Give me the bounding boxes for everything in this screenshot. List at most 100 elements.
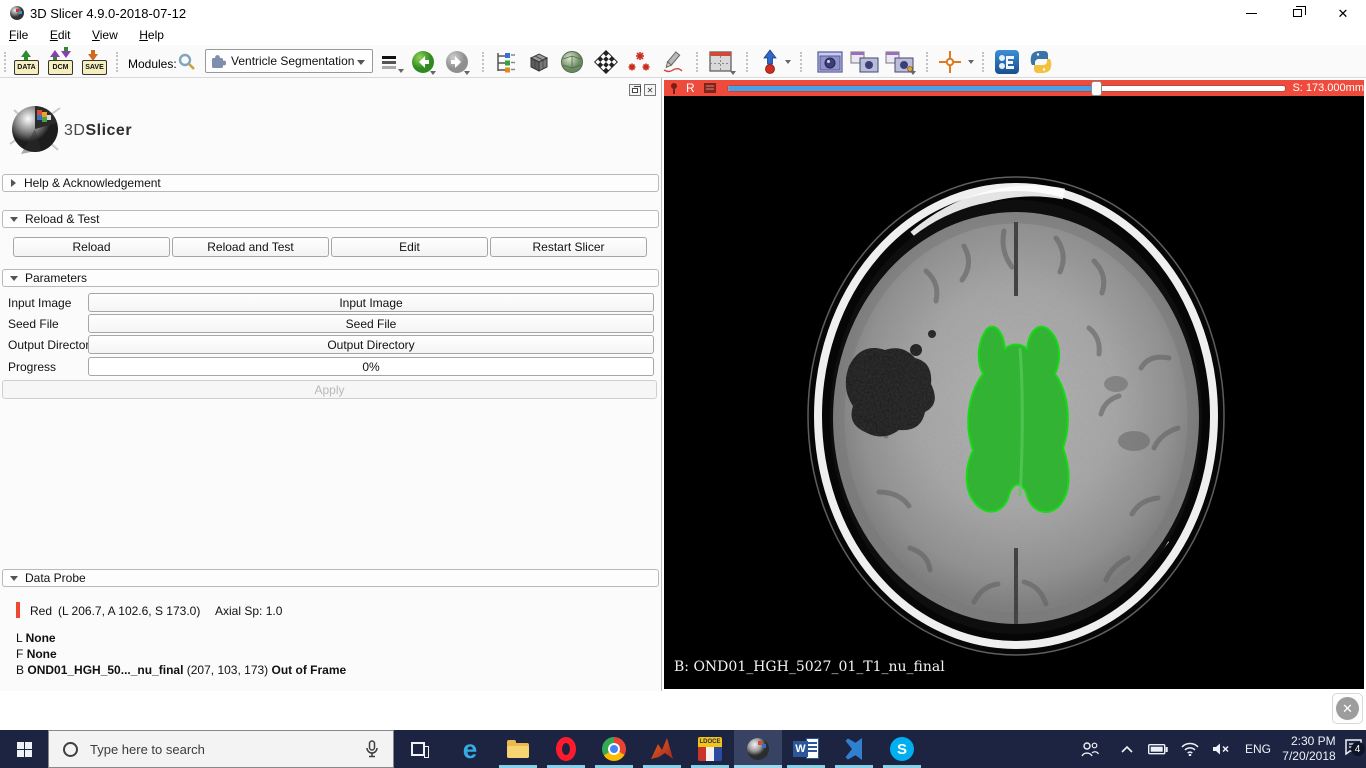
people-icon — [1081, 741, 1099, 757]
python-console-icon[interactable] — [1028, 49, 1054, 75]
taskbar-app-word[interactable]: W — [782, 730, 830, 768]
module-search-icon[interactable] — [178, 53, 196, 71]
scene-view-capture-icon[interactable] — [850, 50, 880, 74]
slicer-brand-text: 3DSlicer — [64, 122, 132, 140]
markups-fiducial-icon[interactable] — [627, 50, 653, 74]
taskbar-app-edge[interactable]: e — [446, 730, 494, 768]
expanded-arrow-icon — [10, 276, 18, 281]
menu-view[interactable]: View — [92, 26, 118, 42]
parameters-header[interactable]: Parameters — [2, 269, 659, 287]
input-image-button[interactable]: Input Image — [88, 293, 654, 312]
volume-cube-icon[interactable] — [527, 50, 551, 74]
slice-slider-handle[interactable] — [1091, 81, 1102, 96]
menu-edit[interactable]: Edit — [50, 26, 71, 42]
module-history-button[interactable] — [382, 49, 396, 75]
pin-icon[interactable] — [668, 82, 680, 94]
slice-offset-slider[interactable] — [727, 85, 1287, 92]
reload-button[interactable]: Reload — [13, 237, 170, 257]
tray-overflow-button[interactable] — [1112, 730, 1142, 768]
model-sphere-icon[interactable] — [560, 50, 584, 74]
expanded-arrow-icon — [10, 576, 18, 581]
crosshair-icon[interactable] — [938, 50, 962, 74]
probe-layer-L: L None — [16, 631, 56, 645]
taskbar-app-file-explorer[interactable] — [494, 730, 542, 768]
restart-slicer-button[interactable]: Restart Slicer — [490, 237, 647, 257]
taskbar-search[interactable]: Type here to search — [48, 730, 394, 768]
window-titlebar: 3D Slicer 4.9.0-2018-07-12 ✕ — [0, 0, 1366, 26]
file-explorer-icon — [507, 743, 529, 758]
action-center-button[interactable]: 4 — [1340, 730, 1366, 768]
language-indicator[interactable]: ENG — [1238, 730, 1278, 768]
dismiss-chip-button[interactable]: ✕ — [1332, 693, 1363, 724]
toolbar-grip — [482, 52, 486, 72]
red-slice-controller-bar: R S: 173.000mm — [664, 80, 1364, 96]
transforms-icon[interactable] — [594, 50, 618, 74]
output-directory-button[interactable]: Output Directory — [88, 335, 654, 354]
menu-file[interactable]: File — [9, 26, 28, 42]
restore-button[interactable] — [1274, 0, 1320, 26]
volume-button[interactable] — [1206, 730, 1236, 768]
menu-help[interactable]: Help — [139, 26, 164, 42]
save-button[interactable]: SAVE — [82, 49, 108, 75]
screenshot-camera-icon[interactable] — [816, 50, 844, 74]
chrome-icon — [602, 737, 626, 761]
reload-and-test-button[interactable]: Reload and Test — [172, 237, 329, 257]
toolbar-grip — [982, 52, 986, 72]
load-data-icon: DATA — [14, 50, 40, 75]
toolbar-grip — [696, 52, 700, 72]
network-button[interactable] — [1174, 730, 1206, 768]
panel-popout-button[interactable] — [629, 84, 641, 96]
module-hierarchy-icon[interactable] — [494, 51, 516, 73]
seed-file-button[interactable]: Seed File — [88, 314, 654, 333]
help-acknowledgement-header[interactable]: Help & Acknowledgement — [2, 174, 659, 192]
taskbar-app-chrome[interactable] — [590, 730, 638, 768]
data-probe-header[interactable]: Data Probe — [2, 569, 659, 587]
chevron-down-icon — [910, 71, 916, 75]
dicom-button[interactable]: DCM — [48, 49, 74, 75]
search-placeholder: Type here to search — [90, 742, 365, 757]
close-icon: ✕ — [1336, 697, 1359, 720]
edit-button[interactable]: Edit — [331, 237, 488, 257]
probe-slice-spacing: Axial Sp: 1.0 — [215, 604, 282, 618]
minimize-button[interactable] — [1228, 0, 1274, 26]
start-button[interactable] — [0, 730, 48, 768]
task-view-icon — [411, 742, 425, 756]
taskbar-app-skype[interactable]: S — [878, 730, 926, 768]
slice-slider-fill — [728, 86, 1096, 91]
people-button[interactable] — [1072, 730, 1108, 768]
module-selector-combobox[interactable]: Ventricle Segmentation — [205, 49, 373, 73]
clock[interactable]: 2:30 PM 7/20/2018 — [1278, 730, 1340, 768]
view-restore-icon[interactable] — [760, 49, 780, 75]
main-toolbar: DATA DCM SAVE Modules: Ventricle Segment… — [0, 45, 1366, 78]
chevron-down-icon — [730, 71, 736, 75]
task-view-button[interactable] — [394, 730, 442, 768]
slice-menu-icon[interactable] — [703, 82, 717, 94]
reload-test-header[interactable]: Reload & Test — [2, 210, 659, 228]
module-selector-value: Ventricle Segmentation — [231, 54, 354, 68]
slice-view-canvas[interactable]: B: OND01_HGH_5027_01_T1_nu_final — [664, 96, 1364, 689]
load-data-button[interactable]: DATA — [14, 49, 40, 75]
clock-time: 2:30 PM — [1282, 734, 1335, 749]
edge-icon: e — [463, 736, 477, 762]
taskbar-app-slicer[interactable] — [734, 730, 782, 768]
taskbar-app-opera[interactable] — [542, 730, 590, 768]
taskbar-app-matlab[interactable] — [638, 730, 686, 768]
extensions-manager-icon[interactable] — [994, 49, 1020, 75]
close-button[interactable]: ✕ — [1320, 0, 1366, 26]
probe-layer-B: B OND01_HGH_50..._nu_final (207, 103, 17… — [16, 663, 346, 677]
toolbar-grip — [926, 52, 930, 72]
probe-slice-coords: (L 206.7, A 102.6, S 173.0) — [58, 604, 200, 618]
taskbar-app-ldoce[interactable]: LDOCE — [686, 730, 734, 768]
battery-button[interactable] — [1142, 730, 1174, 768]
panel-close-button[interactable]: ✕ — [644, 84, 656, 96]
matlab-icon — [649, 736, 675, 762]
apply-button[interactable]: Apply — [2, 380, 657, 399]
microphone-icon[interactable] — [365, 740, 379, 759]
chevron-up-icon — [1120, 744, 1134, 754]
app-window-icon — [9, 5, 25, 21]
red-slice-color-swatch — [16, 602, 20, 618]
annotation-pen-icon[interactable] — [660, 50, 686, 74]
ventricle-segment — [967, 327, 1069, 512]
taskbar-app-vscode[interactable] — [830, 730, 878, 768]
axial-brain-mri — [664, 96, 1364, 689]
